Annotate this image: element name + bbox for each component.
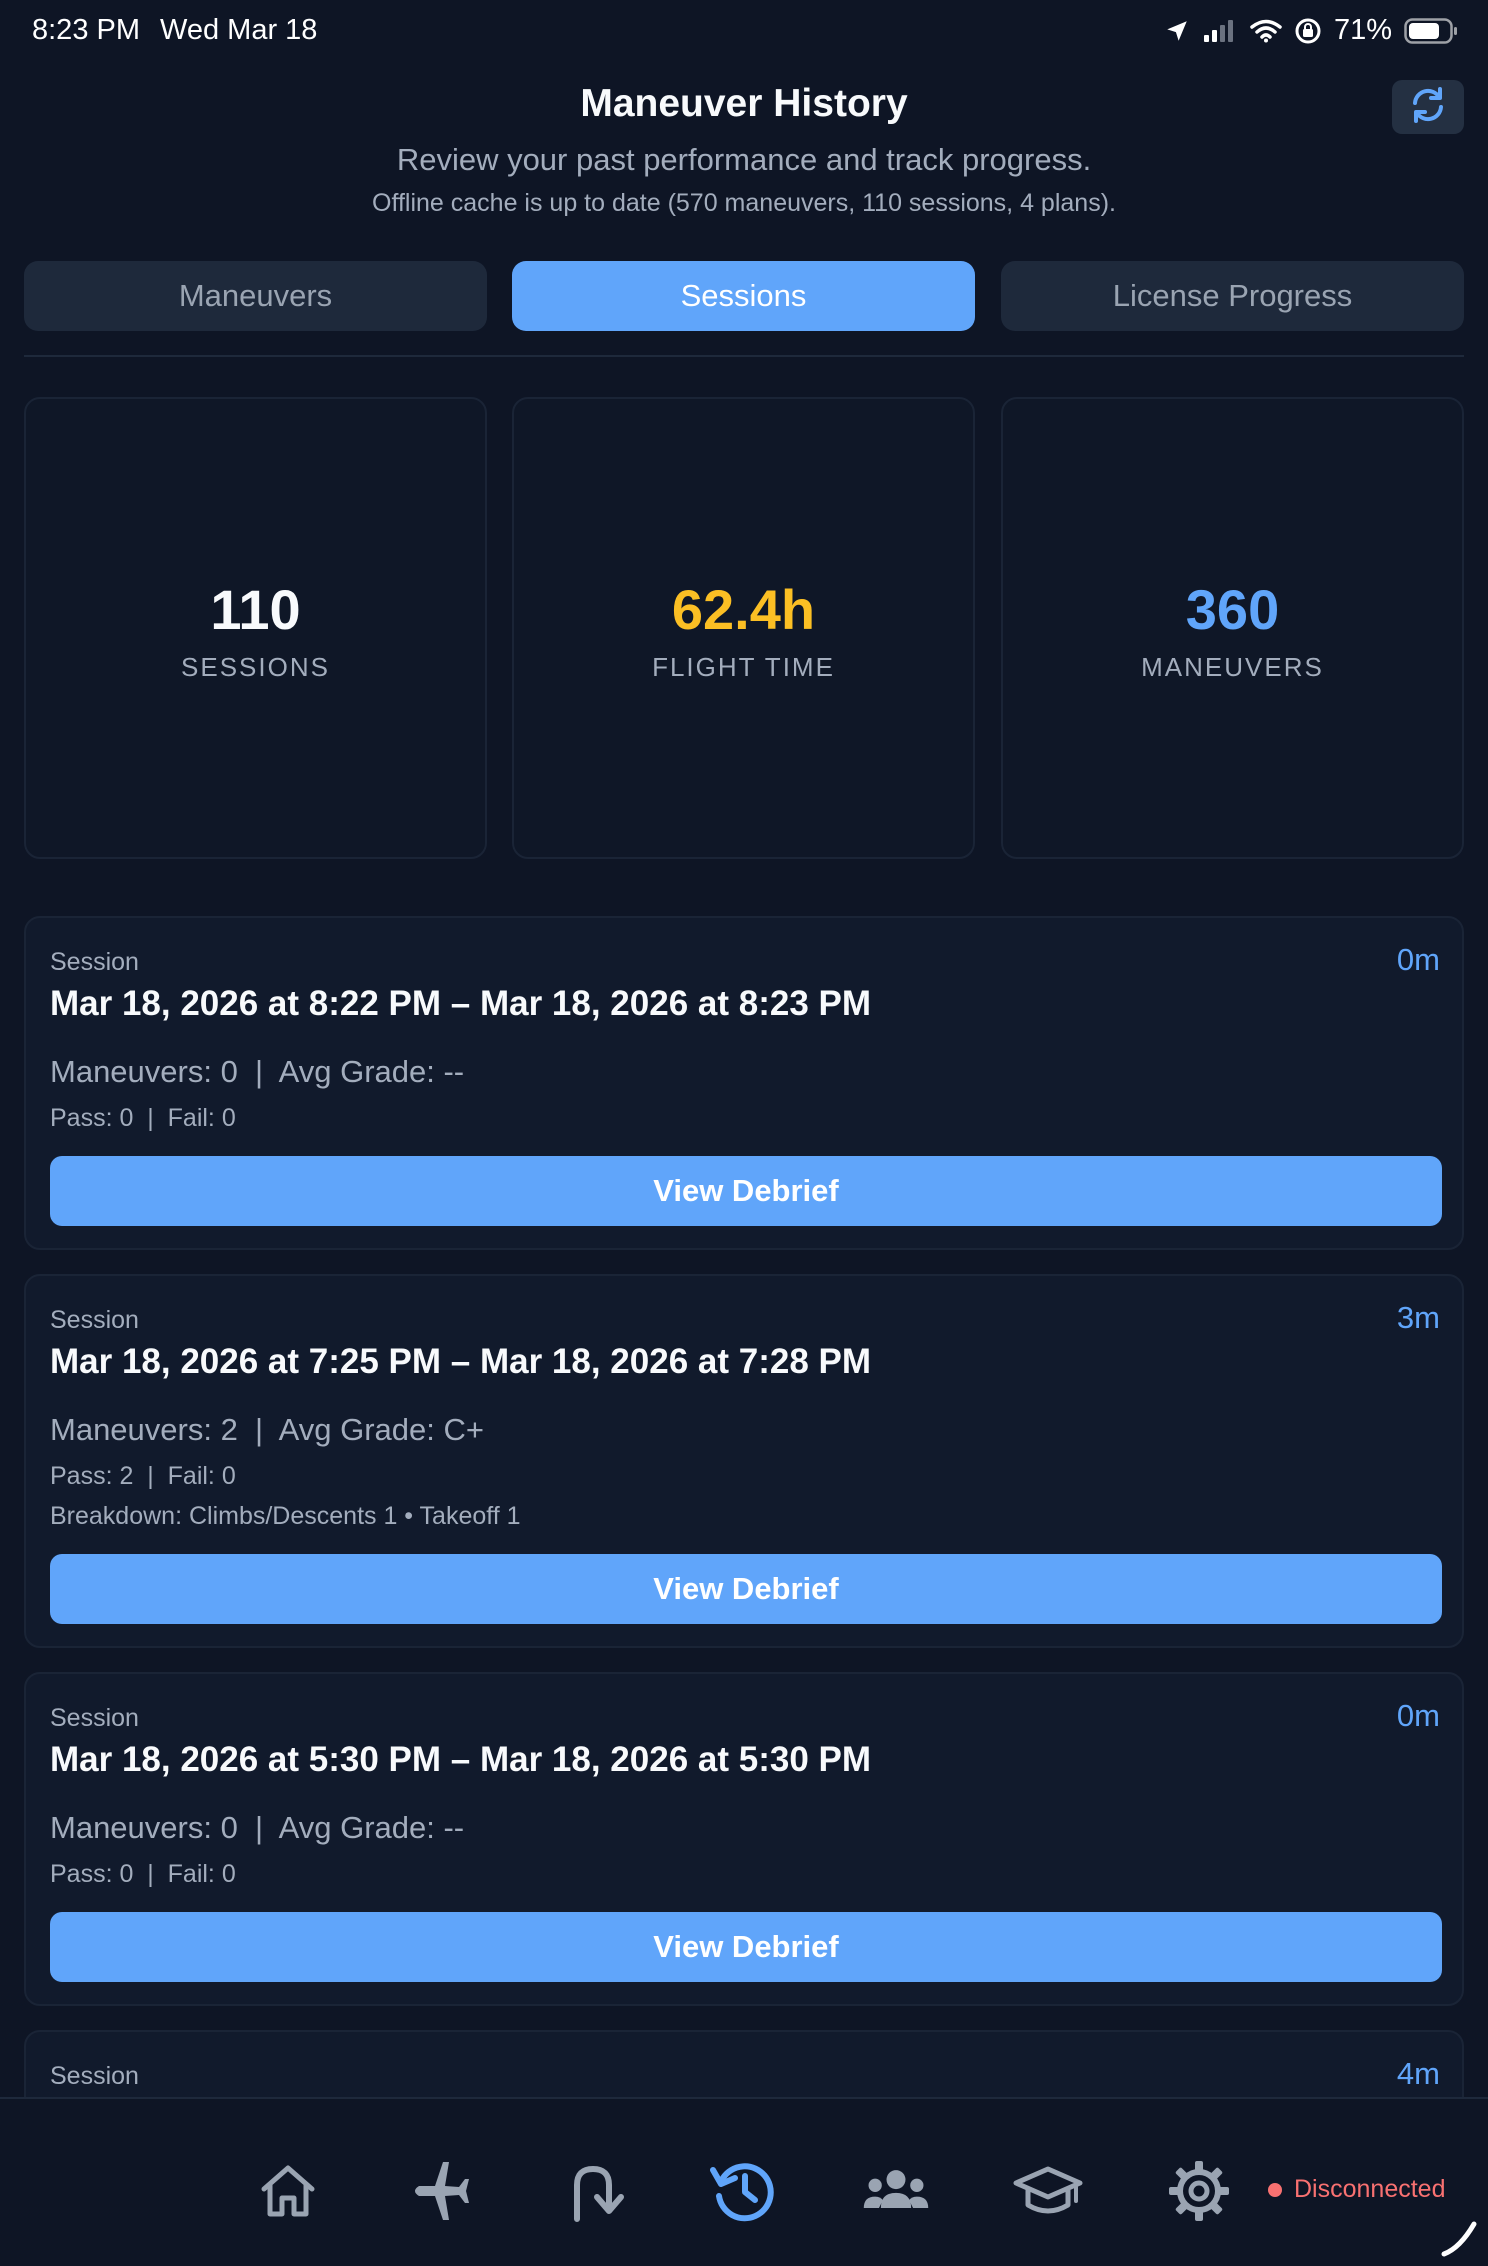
view-debrief-button[interactable]: View Debrief: [50, 1156, 1442, 1226]
session-duration: 4m: [1396, 2056, 1440, 2091]
session-breakdown: Breakdown: Climbs/Descents 1 • Takeoff 1: [50, 1502, 521, 1530]
stat-card-maneuvers: 360 MANEUVERS: [1001, 397, 1464, 859]
history-icon[interactable]: [708, 2155, 780, 2227]
session-label: Session: [50, 2062, 139, 2090]
stat-value: 62.4h: [671, 578, 816, 641]
session-card: Session 0m Mar 18, 2026 at 8:22 PM – Mar…: [24, 916, 1464, 1250]
session-duration: 0m: [1396, 942, 1440, 977]
home-icon[interactable]: [252, 2155, 324, 2227]
cellular-signal-icon: [1202, 19, 1238, 43]
session-duration: 0m: [1396, 1698, 1440, 1733]
stat-card-sessions: 110 SESSIONS: [24, 397, 487, 859]
session-summary: Maneuvers: 2 | Avg Grade: C+: [50, 1412, 484, 1447]
session-summary: Maneuvers: 0 | Avg Grade: --: [50, 1054, 465, 1089]
status-dot: [1268, 2182, 1282, 2197]
status-date: Wed Mar 18: [160, 14, 318, 46]
battery-icon: [1404, 17, 1458, 44]
stat-label: FLIGHT TIME: [652, 652, 835, 682]
status-indicators: 71%: [1164, 14, 1458, 47]
bottom-tab-bar: Disconnected: [0, 2097, 1488, 2266]
return-arrow-icon[interactable]: [559, 2155, 631, 2227]
status-time: 8:23 PM: [32, 14, 140, 46]
session-pass-fail: Pass: 0 | Fail: 0: [50, 1104, 236, 1132]
gear-icon[interactable]: [1163, 2155, 1235, 2227]
refresh-icon: [1407, 84, 1449, 131]
maneuver-history-screen: 8:23 PM Wed Mar 18 71% Maneuver History …: [0, 0, 1488, 2266]
session-duration: 3m: [1396, 1300, 1440, 1335]
session-pass-fail: Pass: 0 | Fail: 0: [50, 1860, 236, 1888]
session-time-range: Mar 18, 2026 at 5:30 PM – Mar 18, 2026 a…: [50, 1740, 872, 1779]
home-indicator: [1440, 2218, 1480, 2258]
status-bar: 8:23 PM Wed Mar 18 71%: [0, 0, 1488, 62]
page-title: Maneuver History: [580, 82, 908, 125]
session-label: Session: [50, 1306, 139, 1334]
tab-sessions[interactable]: Sessions: [512, 261, 975, 331]
stat-label: SESSIONS: [181, 652, 330, 682]
cache-status: Offline cache is up to date (570 maneuve…: [372, 189, 1116, 217]
view-debrief-button[interactable]: View Debrief: [50, 1912, 1442, 1982]
refresh-button[interactable]: [1392, 80, 1464, 134]
connection-status: Disconnected: [1268, 2175, 1445, 2204]
rotation-lock-icon: [1294, 17, 1322, 45]
wifi-icon: [1250, 19, 1282, 43]
session-summary: Maneuvers: 0 | Avg Grade: --: [50, 1810, 465, 1845]
tab-license-progress[interactable]: License Progress: [1001, 261, 1464, 331]
session-time-range: Mar 18, 2026 at 8:22 PM – Mar 18, 2026 a…: [50, 984, 872, 1023]
users-icon[interactable]: [860, 2155, 932, 2227]
stat-card-flight-time: 62.4h FLIGHT TIME: [512, 397, 975, 859]
session-label: Session: [50, 948, 139, 976]
session-card: Session 3m Mar 18, 2026 at 7:25 PM – Mar…: [24, 1274, 1464, 1648]
connection-status-label: Disconnected: [1294, 2175, 1446, 2203]
stat-value: 110: [210, 578, 301, 641]
view-debrief-button[interactable]: View Debrief: [50, 1554, 1442, 1624]
stat-value: 360: [1185, 578, 1280, 641]
tab-maneuvers[interactable]: Maneuvers: [24, 261, 487, 331]
location-arrow-icon: [1164, 18, 1190, 44]
stat-label: MANEUVERS: [1141, 652, 1324, 682]
airplane-icon[interactable]: [404, 2155, 476, 2227]
tabs-divider: [24, 355, 1464, 357]
graduation-cap-icon[interactable]: [1012, 2155, 1084, 2227]
session-pass-fail: Pass: 2 | Fail: 0: [50, 1462, 236, 1490]
session-time-range: Mar 18, 2026 at 7:25 PM – Mar 18, 2026 a…: [50, 1342, 872, 1381]
session-card: Session 0m Mar 18, 2026 at 5:30 PM – Mar…: [24, 1672, 1464, 2006]
session-label: Session: [50, 1704, 139, 1732]
battery-percent: 71%: [1333, 14, 1392, 46]
page-subtitle: Review your past performance and track p…: [396, 142, 1092, 177]
